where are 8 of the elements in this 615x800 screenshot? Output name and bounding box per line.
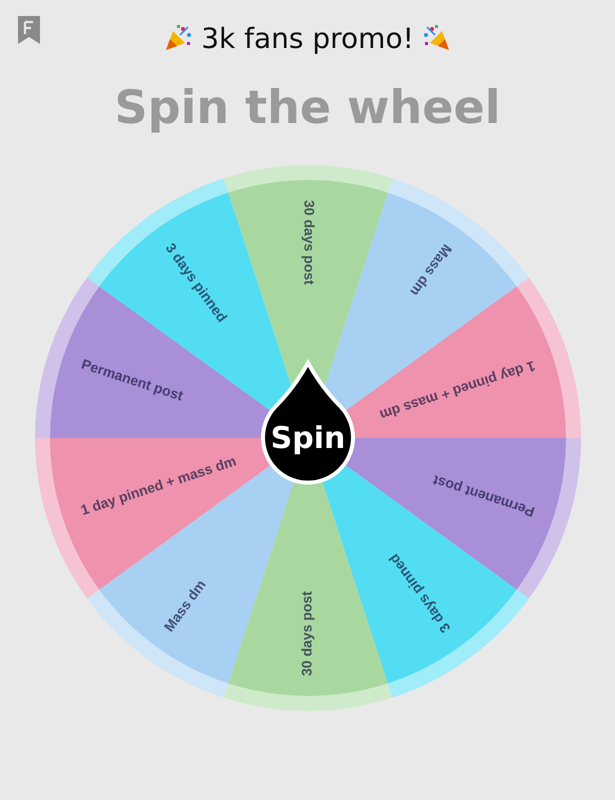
party-popper-icon <box>422 23 452 53</box>
page-heading: Spin the wheel <box>114 80 502 134</box>
party-popper-icon <box>163 23 194 53</box>
segment-label: 30 days post <box>300 200 317 285</box>
promo-title: 3k fans promo! <box>201 22 414 54</box>
spin-button[interactable]: Spin <box>260 361 354 485</box>
segment-label: 30 days post <box>298 591 314 676</box>
bookmark-icon[interactable] <box>16 14 42 46</box>
